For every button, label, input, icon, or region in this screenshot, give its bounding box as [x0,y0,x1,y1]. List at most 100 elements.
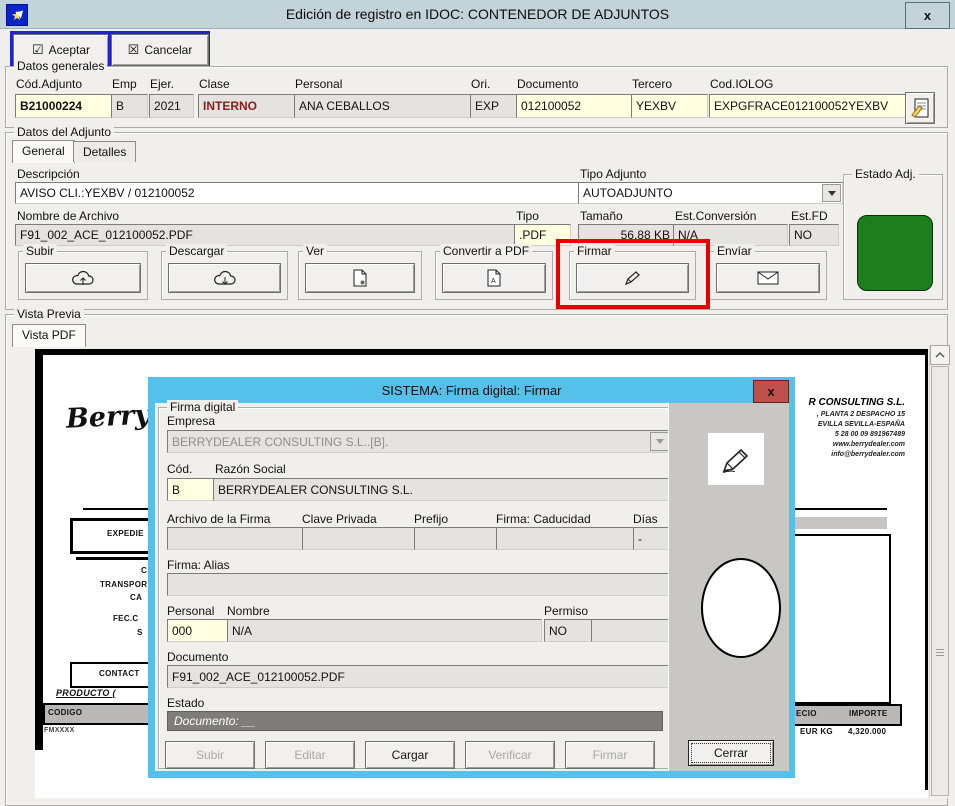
pdf-letterhead-line: EVILLA SEVILLA-ESPAÑA [818,421,905,428]
enviar-button[interactable] [716,263,820,293]
pdf-letterhead-line: www.berrydealer.com [833,441,905,448]
est-fd-field[interactable]: NO [789,224,839,246]
tab-vista-pdf[interactable]: Vista PDF [12,324,86,347]
modal-editar-button[interactable]: Editar [265,741,355,769]
firma-alias-field[interactable] [167,573,671,596]
cod-label: Cód. [167,462,192,476]
clave-privada-field[interactable] [302,527,416,550]
convertir-pdf-button[interactable]: A [442,263,546,293]
archivo-firma-field[interactable] [167,527,304,550]
modal-close-icon: x [767,384,774,399]
descargar-legend: Descargar [166,244,227,258]
descargar-button[interactable] [168,263,281,293]
nombre-field[interactable]: N/A [227,619,542,642]
permiso-extra-field[interactable] [591,619,671,642]
pdf-letterhead-line: 5 28 00 09 891967489 [835,431,905,438]
permiso-field[interactable]: NO [544,619,594,642]
personal-modal-field[interactable]: 000 [167,619,232,642]
cod-field[interactable]: B [167,478,217,501]
scrollbar-thumb[interactable] [931,366,949,796]
ejer-field[interactable]: 2021 [149,94,194,118]
dropdown-arrow-icon[interactable] [822,184,841,202]
descripcion-field[interactable]: AVISO CLI.:YEXBV / 012100052 [15,182,579,204]
estado-label: Estado [167,696,204,710]
empresa-combobox[interactable]: BERRYDEALER CONSULTING S.L..[B]. [167,430,671,453]
nombre-archivo-label: Nombre de Archivo [17,209,119,223]
modal-firmar-button[interactable]: Firmar [565,741,655,769]
modal-close-button[interactable]: x [753,380,789,403]
emp-field[interactable]: B [111,94,148,118]
modal-subir-button[interactable]: Subir [165,741,255,769]
firma-digital-modal: SISTEMA: Firma digital: Firmar x Firma d… [148,377,795,778]
window-close-button[interactable]: x [905,2,950,29]
dias-label: Días [633,512,658,526]
estado-adj-legend: Estado Adj. [852,167,919,181]
enviar-fieldset: Envíar [709,251,827,300]
subir-legend: Subir [23,244,57,258]
ori-field[interactable]: EXP [470,94,518,118]
tercero-field[interactable]: YEXBV [631,94,708,118]
subir-fieldset: Subir [18,251,148,300]
documento-field[interactable]: 012100052 [516,94,636,118]
modal-cargar-button[interactable]: Cargar [365,741,455,769]
documento-label: Documento [517,77,578,91]
documento-modal-label: Documento [167,650,228,664]
cerrar-button[interactable]: Cerrar [688,740,774,766]
preview-scrollbar[interactable] [929,345,949,798]
pdf-letterhead-line: R CONSULTING S.L. [809,397,905,408]
prefijo-field[interactable] [414,527,498,550]
pdf-text-fec: FEC.C [113,614,139,623]
pdf-fmxxxx-text: FMXXXX [44,727,75,734]
edit-iolog-button[interactable] [905,92,935,124]
pdf-rule-left [83,508,148,510]
accept-label: Aceptar [49,43,90,57]
edit-document-icon [911,98,929,118]
enviar-legend: Envíar [714,244,755,258]
pdf-text-transpor: TRANSPOR [100,580,147,589]
tamano-label: Tamaño [580,209,623,223]
subir-button[interactable] [25,263,141,293]
app-icon: ★ [6,4,28,26]
app-window: { "window": { "title": "Edición de regis… [0,0,955,798]
firmar-highlight-rectangle [556,239,710,309]
caducidad-field[interactable] [496,527,634,550]
send-mail-icon [757,271,779,285]
clase-field[interactable]: INTERNO [198,94,296,118]
descargar-fieldset: Descargar [161,251,288,300]
modal-title: SISTEMA: Firma digital: Firmar [382,383,562,398]
tab-detalles[interactable]: Detalles [73,141,136,162]
nombre-label: Nombre [227,604,270,618]
upload-cloud-icon [70,269,96,287]
ver-fieldset: Ver [298,251,422,300]
pdf-text-c: C [141,566,147,575]
tab-general[interactable]: General [12,140,75,163]
modal-verificar-button[interactable]: Verificar [465,741,555,769]
pdf-eurkg-text: EUR KG [800,727,833,736]
cod-adjunto-field[interactable]: B21000224 [15,94,114,118]
clase-label: Clase [199,77,230,91]
window-title: Edición de registro en IDOC: CONTENEDOR … [286,6,669,22]
datos-adjunto-legend: Datos del Adjunto [14,125,114,139]
cod-iolog-field[interactable]: EXPGFRACE012100052YEXBV [709,94,910,118]
cancel-button[interactable]: ☒ Cancelar [111,34,209,66]
pdf-letterhead-line: , PLANTA 2 DESPACHO 15 [817,411,905,418]
modal-titlebar: SISTEMA: Firma digital: Firmar [148,377,795,403]
nombre-archivo-field[interactable]: F91_002_ACE_012100052.PDF [15,224,520,246]
ver-button[interactable] [305,263,415,293]
pdf-text-ca: CA [130,593,142,602]
pdf-expediente-text: EXPEDIE [107,529,144,538]
cancel-label: Cancelar [144,43,192,57]
razon-social-field[interactable]: BERRYDEALER CONSULTING S.L. [213,478,671,501]
scrollbar-up-icon[interactable] [930,345,950,365]
razon-social-label: Razón Social [215,462,286,476]
dias-field[interactable]: - [633,527,671,550]
personal-field[interactable]: ANA CEBALLOS [294,94,473,118]
vista-previa-legend: Vista Previa [14,307,84,321]
documento-modal-field[interactable]: F91_002_ACE_012100052.PDF [167,665,671,688]
estado-statusbar: Documento: __ [167,711,663,731]
cancel-x-icon: ☒ [128,42,140,58]
window-titlebar: Edición de registro en IDOC: CONTENEDOR … [0,0,955,29]
tipo-adjunto-combobox[interactable]: AUTOADJUNTO [578,182,843,204]
empresa-label: Empresa [167,414,215,428]
convertir-pdf-fieldset: Convertir a PDF A [435,251,553,300]
